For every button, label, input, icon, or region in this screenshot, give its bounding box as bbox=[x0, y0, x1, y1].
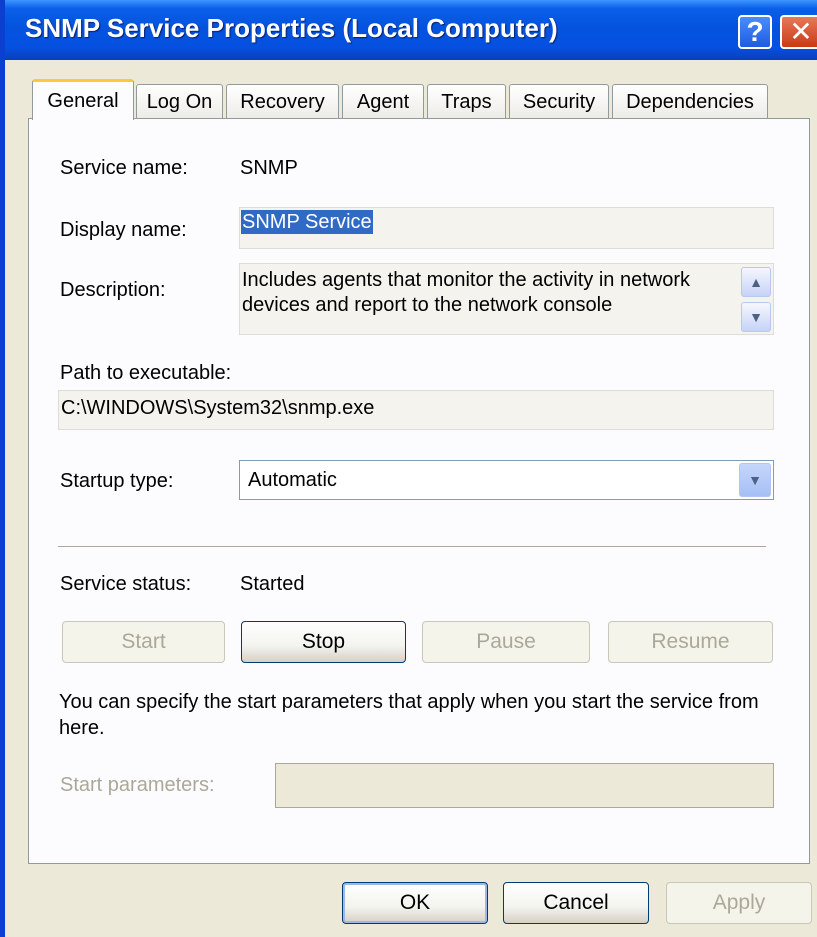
service-name-label: Service name: bbox=[60, 157, 188, 179]
tab-log-on[interactable]: Log On bbox=[136, 84, 223, 120]
help-button[interactable]: ? bbox=[738, 15, 772, 49]
help-icon: ? bbox=[746, 16, 764, 47]
startup-type-label: Startup type: bbox=[60, 470, 174, 492]
scroll-up-button[interactable]: ▲ bbox=[741, 267, 771, 297]
scroll-down-button[interactable]: ▼ bbox=[741, 302, 771, 332]
close-button[interactable]: ✕ bbox=[780, 15, 817, 49]
ok-button-label: OK bbox=[399, 891, 431, 914]
resume-button-label: Resume bbox=[651, 630, 730, 653]
display-name-label: Display name: bbox=[60, 219, 187, 241]
resume-button[interactable]: Resume bbox=[608, 621, 773, 663]
path-label: Path to executable: bbox=[60, 362, 232, 384]
tab-label: Recovery bbox=[240, 91, 325, 113]
start-parameters-hint: You can specify the start parameters tha… bbox=[59, 691, 759, 739]
close-icon: ✕ bbox=[789, 16, 813, 47]
service-name-value: SNMP bbox=[240, 157, 298, 179]
pause-button[interactable]: Pause bbox=[422, 621, 590, 663]
tab-label: General bbox=[47, 89, 119, 112]
tab-agent[interactable]: Agent bbox=[342, 84, 424, 120]
tab-recovery[interactable]: Recovery bbox=[226, 84, 339, 120]
pause-button-label: Pause bbox=[476, 630, 536, 653]
tab-dependencies[interactable]: Dependencies bbox=[612, 84, 768, 120]
cancel-button[interactable]: Cancel bbox=[503, 882, 649, 924]
stop-button[interactable]: Stop bbox=[241, 621, 406, 663]
start-parameters-label: Start parameters: bbox=[60, 774, 215, 796]
description-label: Description: bbox=[60, 279, 166, 301]
tab-label: Traps bbox=[441, 91, 492, 113]
start-parameters-field[interactable] bbox=[275, 763, 774, 808]
ok-button[interactable]: OK bbox=[342, 882, 488, 924]
separator bbox=[58, 546, 766, 548]
window-title: SNMP Service Properties (Local Computer) bbox=[25, 13, 558, 43]
description-field[interactable]: Includes agents that monitor the activit… bbox=[239, 263, 774, 335]
chevron-down-icon: ▼ bbox=[748, 472, 762, 488]
startup-type-select[interactable]: Automatic ▼ bbox=[239, 460, 774, 500]
cancel-button-label: Cancel bbox=[543, 891, 609, 914]
startup-type-value: Automatic bbox=[248, 469, 337, 491]
tab-label: Agent bbox=[356, 91, 410, 113]
service-status-label: Service status: bbox=[60, 573, 192, 595]
start-button-label: Start bbox=[121, 630, 166, 653]
dropdown-button[interactable]: ▼ bbox=[739, 463, 771, 497]
tab-label: Dependencies bbox=[626, 91, 754, 113]
path-field[interactable]: C:\WINDOWS\System32\snmp.exe bbox=[58, 390, 774, 430]
display-name-field[interactable]: SNMP Service bbox=[239, 207, 774, 249]
apply-button[interactable]: Apply bbox=[666, 882, 812, 924]
chevron-down-icon: ▼ bbox=[749, 308, 763, 325]
tab-label: Log On bbox=[146, 91, 213, 113]
description-value: Includes agents that monitor the activit… bbox=[242, 269, 691, 316]
stop-button-label: Stop bbox=[301, 630, 346, 653]
display-name-value: SNMP Service bbox=[241, 210, 373, 234]
tab-traps[interactable]: Traps bbox=[427, 84, 506, 120]
tab-general[interactable]: General bbox=[32, 79, 134, 120]
apply-button-label: Apply bbox=[712, 891, 766, 914]
path-value: C:\WINDOWS\System32\snmp.exe bbox=[61, 397, 375, 419]
start-button[interactable]: Start bbox=[62, 621, 225, 663]
tab-label: Security bbox=[522, 91, 596, 113]
chevron-up-icon: ▲ bbox=[749, 273, 763, 290]
tab-security[interactable]: Security bbox=[509, 84, 609, 120]
service-status-value: Started bbox=[240, 573, 305, 595]
title-bar[interactable]: SNMP Service Properties (Local Computer)… bbox=[5, 0, 817, 60]
